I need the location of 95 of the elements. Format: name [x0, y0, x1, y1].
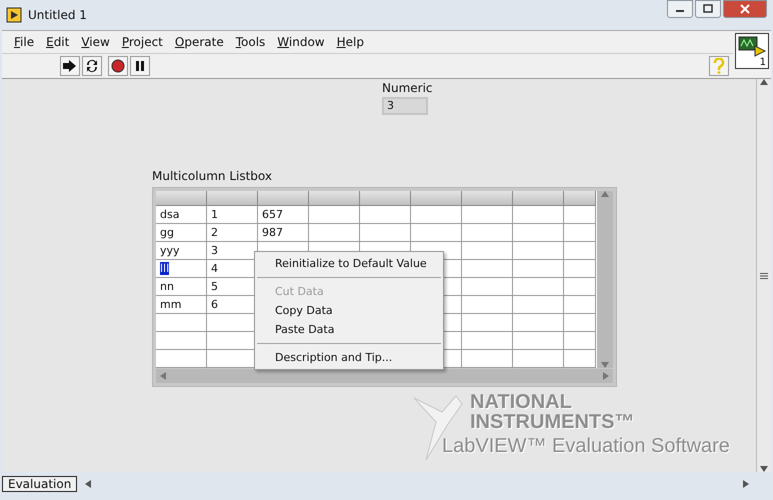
listbox-label: Multicolumn Listbox: [152, 169, 273, 183]
column-header[interactable]: [513, 191, 564, 206]
table-cell: gg: [156, 224, 207, 242]
left-arrow-icon[interactable]: [85, 480, 92, 488]
context-menu-item[interactable]: Paste Data: [255, 320, 443, 339]
table-cell: [513, 224, 564, 242]
abort-button[interactable]: [108, 56, 128, 76]
table-cell: yyy: [156, 242, 207, 260]
table-cell: [564, 278, 596, 296]
table-cell: [513, 296, 564, 314]
numeric-indicator[interactable]: 3: [382, 97, 428, 115]
context-menu-item[interactable]: Reinitialize to Default Value: [255, 254, 443, 273]
table-cell: [462, 332, 513, 350]
column-header[interactable]: [258, 191, 309, 206]
table-cell: [462, 242, 513, 260]
column-header[interactable]: [360, 191, 411, 206]
column-header[interactable]: [462, 191, 513, 206]
table-cell: nn: [156, 278, 207, 296]
help-button[interactable]: [709, 56, 729, 76]
close-icon: [740, 4, 750, 14]
table-cell: [564, 332, 596, 350]
column-header[interactable]: [411, 191, 462, 206]
connector-pane[interactable]: 1: [735, 33, 769, 69]
app-icon: [6, 7, 22, 23]
column-header[interactable]: [309, 191, 360, 206]
table-cell: [462, 296, 513, 314]
table-cell: [462, 278, 513, 296]
table-cell: [462, 224, 513, 242]
menu-item[interactable]: Edit: [40, 35, 76, 49]
close-button[interactable]: [723, 0, 767, 18]
status-label: Evaluation: [2, 476, 78, 492]
table-cell: [564, 296, 596, 314]
question-mark-icon: [712, 58, 726, 74]
vertical-scrollbar[interactable]: [756, 79, 771, 472]
table-cell: mm: [156, 296, 207, 314]
column-header[interactable]: [207, 191, 258, 206]
table-cell: 1: [207, 206, 258, 224]
table-cell: [564, 224, 596, 242]
context-menu-item[interactable]: Copy Data: [255, 301, 443, 320]
banner-text: INSTRUMENTS™: [470, 412, 636, 432]
numeric-label: Numeric: [382, 81, 433, 95]
minimize-button[interactable]: [667, 0, 693, 18]
banner-text: LabVIEW™ Evaluation Software: [442, 436, 730, 456]
run-continuously-button[interactable]: [82, 56, 102, 76]
table-cell: 657: [258, 206, 309, 224]
right-arrow-icon[interactable]: [743, 480, 749, 488]
down-arrow-icon[interactable]: [760, 466, 768, 472]
table-cell: [462, 260, 513, 278]
table-cell: [564, 350, 596, 368]
table-cell: [360, 206, 411, 224]
table-cell: [513, 242, 564, 260]
maximize-icon: [703, 4, 713, 14]
table-cell: [513, 332, 564, 350]
grip-icon[interactable]: [760, 272, 768, 278]
table-cell: [513, 206, 564, 224]
table-cell: dsa: [156, 206, 207, 224]
selected-text: lll: [160, 262, 170, 275]
stop-icon: [111, 59, 125, 73]
waveform-icon: [737, 36, 767, 58]
table-cell: [462, 206, 513, 224]
table-cell: [513, 350, 564, 368]
run-button[interactable]: [60, 56, 80, 76]
maximize-button[interactable]: [695, 0, 721, 18]
table-cell: 987: [258, 224, 309, 242]
arrow-icon: [63, 60, 77, 72]
menu-item[interactable]: Window: [271, 35, 331, 49]
table-cell: [513, 260, 564, 278]
column-header[interactable]: [156, 191, 207, 206]
menu-item[interactable]: Operate: [168, 35, 230, 49]
table-cell: [309, 206, 360, 224]
up-arrow-icon[interactable]: [760, 79, 768, 85]
table-cell: [564, 242, 596, 260]
table-cell: 2: [207, 224, 258, 242]
table-cell: [411, 224, 462, 242]
pause-button[interactable]: [130, 56, 150, 76]
menu-item[interactable]: View: [75, 35, 116, 49]
cycle-arrows-icon: [85, 59, 99, 73]
pause-icon: [134, 60, 146, 72]
connector-number: 1: [760, 57, 766, 68]
window-title: Untitled 1: [28, 8, 87, 22]
table-cell: [462, 314, 513, 332]
menu-item[interactable]: Project: [116, 35, 169, 49]
menu-item[interactable]: Help: [330, 35, 370, 49]
context-menu-item[interactable]: Description and Tip...: [255, 348, 443, 367]
table-cell: [513, 314, 564, 332]
table-cell: [411, 206, 462, 224]
table-cell: [513, 278, 564, 296]
table-cell: [564, 260, 596, 278]
table-cell: [564, 206, 596, 224]
menu-item[interactable]: File: [8, 35, 40, 49]
column-header[interactable]: [564, 191, 596, 206]
table-cell: [462, 350, 513, 368]
menu-item[interactable]: Tools: [230, 35, 272, 49]
table-cell: [564, 314, 596, 332]
banner-text: NATIONAL: [470, 392, 573, 412]
